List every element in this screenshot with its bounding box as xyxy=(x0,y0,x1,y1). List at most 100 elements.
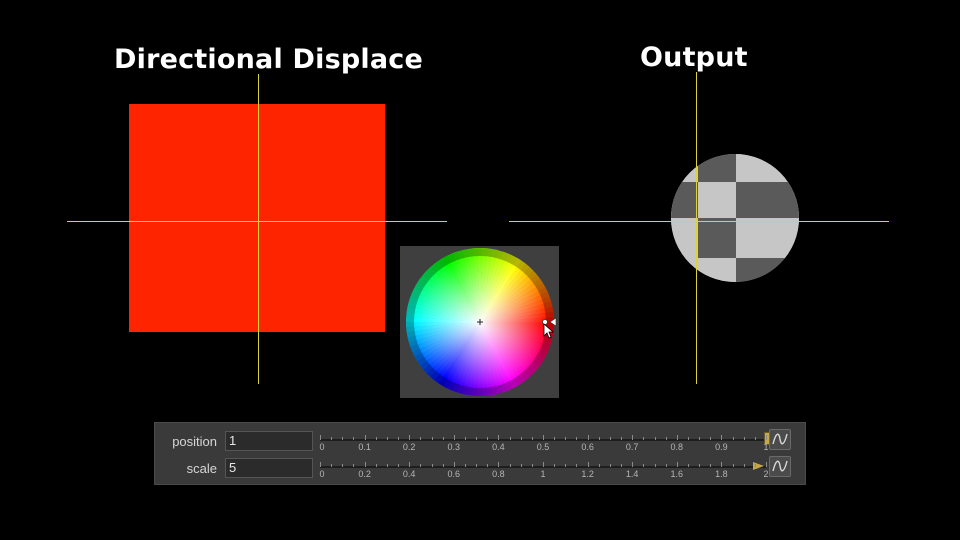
color-wheel-panel xyxy=(400,246,559,398)
slider-minor-tick xyxy=(732,437,734,440)
slider-major-tick xyxy=(320,435,321,440)
slider-major-tick xyxy=(543,435,544,440)
slider-minor-tick xyxy=(476,464,478,467)
slider-minor-tick xyxy=(331,437,333,440)
slider-tick-label: 0 xyxy=(319,469,325,479)
slider-minor-tick xyxy=(420,437,422,440)
slider-minor-tick xyxy=(531,437,533,440)
checker-cell-dark xyxy=(736,258,799,282)
slider-major-tick xyxy=(543,462,544,467)
slider-major-tick xyxy=(364,435,366,440)
slider-tick-label: 0 xyxy=(319,442,325,452)
slider-tick-label: 0.9 xyxy=(715,442,728,452)
slider-minor-tick xyxy=(598,437,600,440)
checker-cell-dark xyxy=(698,218,736,258)
slider-minor-tick xyxy=(687,464,689,467)
position-label: position xyxy=(172,434,217,449)
scale-field[interactable]: 5 xyxy=(225,458,313,478)
slider-minor-tick xyxy=(520,464,522,467)
slider-minor-tick xyxy=(464,437,466,440)
slider-minor-tick xyxy=(609,437,611,440)
slider-minor-tick xyxy=(710,464,712,467)
slider-minor-tick xyxy=(398,437,400,440)
slider-major-tick xyxy=(409,462,411,467)
slider-minor-tick xyxy=(710,437,712,440)
slider-minor-tick xyxy=(386,437,388,440)
slider-major-tick xyxy=(453,435,455,440)
slider-minor-tick xyxy=(464,464,466,467)
position-field[interactable]: 1 xyxy=(225,431,313,451)
slider-minor-tick xyxy=(353,464,355,467)
slider-tick-label: 0.1 xyxy=(358,442,371,452)
scale-curve-button[interactable] xyxy=(769,456,791,477)
slider-tick-label: 1.2 xyxy=(581,469,594,479)
slider-tick-label: 1.8 xyxy=(715,469,728,479)
slider-minor-tick xyxy=(375,437,377,440)
slider-minor-tick xyxy=(386,464,388,467)
slider-minor-tick xyxy=(431,437,433,440)
curve-icon xyxy=(772,433,788,445)
slider-tick-label: 0.8 xyxy=(492,469,505,479)
slider-tick-label: 1.6 xyxy=(670,469,684,479)
slider-minor-tick xyxy=(743,464,745,467)
slider-tick-label: 0.2 xyxy=(358,469,371,479)
slider-major-tick xyxy=(766,462,767,467)
checker-cell-dark xyxy=(736,182,799,218)
wheel-selection-marker[interactable] xyxy=(542,319,548,325)
slider-tick-label: 0.6 xyxy=(581,442,594,452)
slider-minor-tick xyxy=(699,464,701,467)
slider-minor-tick xyxy=(609,464,611,467)
slider-tick-label: 0.4 xyxy=(492,442,505,452)
slider-major-tick xyxy=(766,435,767,440)
checker-cell-dark xyxy=(671,182,698,218)
curve-icon xyxy=(772,460,788,472)
slider-tick-label: 0.2 xyxy=(402,442,416,452)
slider-minor-tick xyxy=(565,437,567,440)
slider-minor-tick xyxy=(375,464,377,467)
slider-minor-tick xyxy=(598,464,600,467)
slider-major-tick xyxy=(721,435,723,440)
slider-minor-tick xyxy=(442,437,444,440)
slider-major-tick xyxy=(587,462,589,467)
slider-major-tick xyxy=(498,435,500,440)
slider-minor-tick xyxy=(353,437,355,440)
slider-major-tick xyxy=(320,462,321,467)
slider-minor-tick xyxy=(576,464,578,467)
slider-minor-tick xyxy=(487,437,489,440)
slider-minor-tick xyxy=(342,437,344,440)
slider-minor-tick xyxy=(520,437,522,440)
color-wheel[interactable] xyxy=(400,246,559,398)
slider-major-tick xyxy=(409,435,411,440)
slider-minor-tick xyxy=(554,437,556,440)
slider-minor-tick xyxy=(754,464,756,467)
slider-minor-tick xyxy=(743,437,745,440)
slider-minor-tick xyxy=(398,464,400,467)
slider-minor-tick xyxy=(643,464,645,467)
slider-minor-tick xyxy=(509,437,511,440)
slider-major-tick xyxy=(453,462,455,467)
checker-cell-light xyxy=(698,182,736,218)
slider-minor-tick xyxy=(331,464,333,467)
slider-tick-label: 2 xyxy=(763,469,769,479)
slider-tick-label: 0.3 xyxy=(447,442,461,452)
slider-minor-tick xyxy=(654,437,656,440)
slider-minor-tick xyxy=(420,464,422,467)
slider-major-tick xyxy=(364,462,366,467)
checker-cell-light xyxy=(698,258,736,282)
slider-tick-label: 0.8 xyxy=(670,442,684,452)
slider-tick-label: 1 xyxy=(540,469,546,479)
slider-tick-label: 0.7 xyxy=(625,442,639,452)
slider-minor-tick xyxy=(442,464,444,467)
slider-minor-tick xyxy=(732,464,734,467)
slider-major-tick xyxy=(676,435,678,440)
scale-label: scale xyxy=(186,461,217,476)
slider-minor-tick xyxy=(576,437,578,440)
slider-tick-label: 0.6 xyxy=(447,469,461,479)
slider-minor-tick xyxy=(621,437,623,440)
position-curve-button[interactable] xyxy=(769,429,791,450)
slider-minor-tick xyxy=(654,464,656,467)
slider-minor-tick xyxy=(665,464,667,467)
slider-major-tick xyxy=(632,435,634,440)
slider-minor-tick xyxy=(699,437,701,440)
slider-minor-tick xyxy=(476,437,478,440)
